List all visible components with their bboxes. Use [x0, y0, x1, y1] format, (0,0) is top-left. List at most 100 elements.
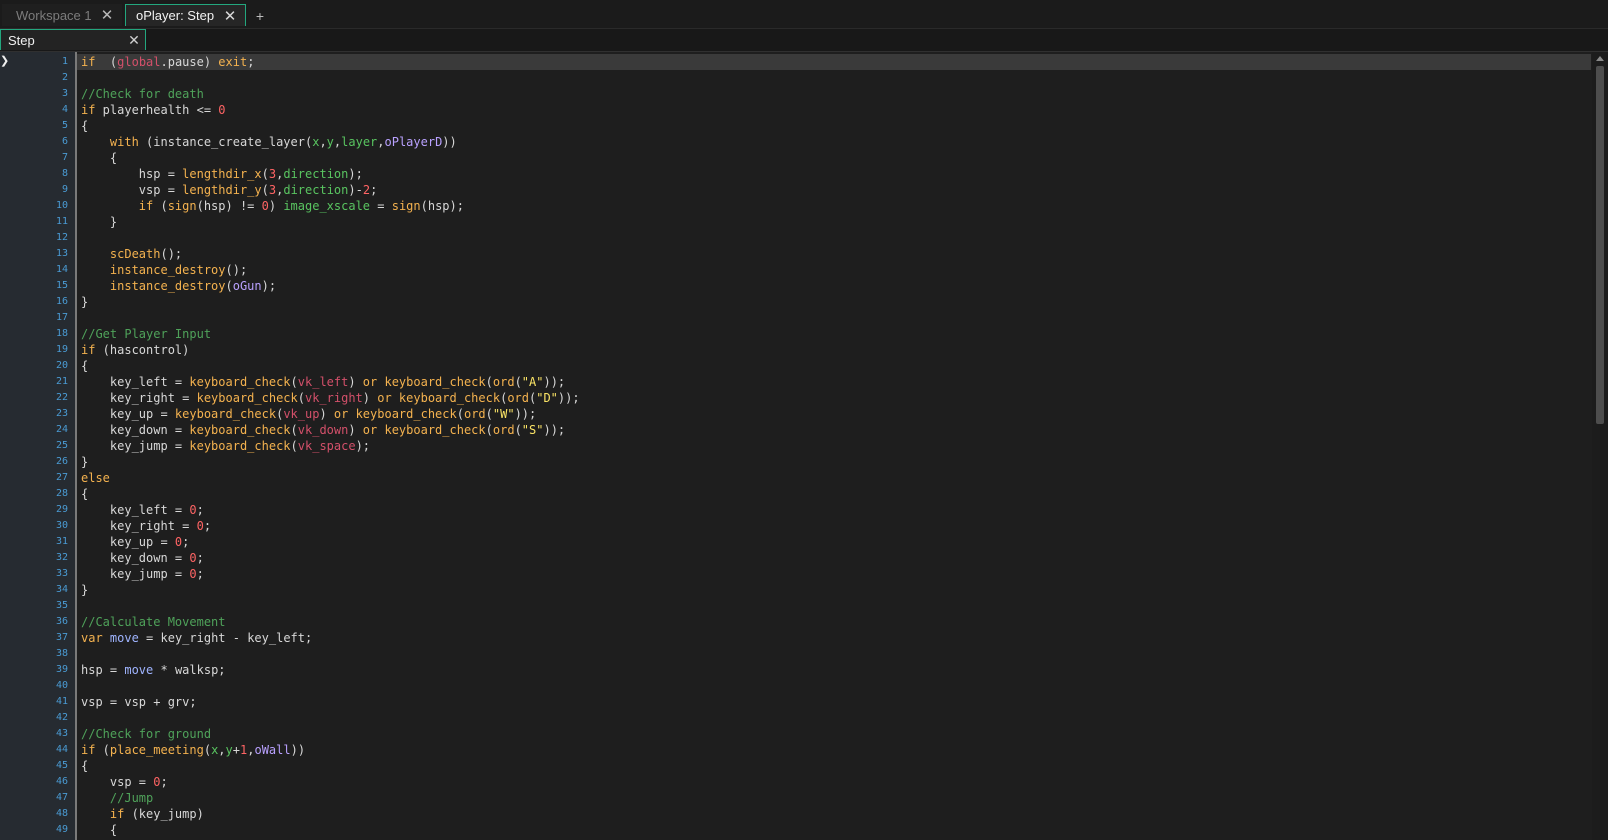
- code-line[interactable]: key_left = keyboard_check(vk_left) or ke…: [81, 374, 580, 390]
- code-token: vsp =: [81, 775, 154, 789]
- line-number: 17: [55, 312, 68, 323]
- code-token: .pause): [160, 55, 219, 69]
- scroll-up-arrow-icon[interactable]: [1596, 56, 1604, 61]
- code-token: oWall: [254, 743, 291, 757]
- code-line[interactable]: with (instance_create_layer(x,y,layer,oP…: [81, 134, 580, 150]
- code-line[interactable]: scDeath();: [81, 246, 580, 262]
- code-line[interactable]: {: [81, 358, 580, 374]
- code-token: if: [81, 343, 96, 357]
- close-icon[interactable]: ✕: [98, 6, 116, 24]
- code-token: oPlayerD: [384, 135, 443, 149]
- code-line[interactable]: [81, 710, 580, 726]
- vertical-scrollbar[interactable]: [1592, 52, 1608, 840]
- workspace-tab-workspace-1[interactable]: Workspace 1 ✕: [2, 4, 122, 26]
- code-line[interactable]: }: [81, 294, 580, 310]
- code-line[interactable]: //Calculate Movement: [81, 614, 580, 630]
- code-token: 2: [362, 183, 371, 197]
- code-line[interactable]: [81, 646, 580, 662]
- code-line[interactable]: key_down = 0;: [81, 550, 580, 566]
- line-number: 41: [55, 696, 68, 707]
- code-line[interactable]: if (key_jump): [81, 806, 580, 822]
- code-token: }: [81, 295, 89, 309]
- code-line[interactable]: key_left = 0;: [81, 502, 580, 518]
- code-token: vk_down: [297, 423, 349, 437]
- code-token: ;: [196, 567, 204, 581]
- line-number: 44: [55, 744, 68, 755]
- code-token: (: [95, 743, 110, 757]
- close-icon[interactable]: ✕: [221, 7, 239, 25]
- code-line[interactable]: else: [81, 470, 580, 486]
- code-line[interactable]: if playerhealth <= 0: [81, 102, 580, 118]
- code-token: ();: [225, 263, 248, 277]
- code-line[interactable]: [81, 598, 580, 614]
- line-number: 6: [61, 136, 68, 147]
- line-number: 33: [55, 568, 68, 579]
- code-token: or: [362, 423, 378, 437]
- code-line[interactable]: //Check for ground: [81, 726, 580, 742]
- code-token: (: [514, 375, 522, 389]
- code-line[interactable]: vsp = 0;: [81, 774, 580, 790]
- code-line[interactable]: key_right = keyboard_check(vk_right) or …: [81, 390, 580, 406]
- code-line[interactable]: [81, 70, 580, 86]
- code-token: (: [485, 407, 493, 421]
- code-line[interactable]: {: [81, 758, 580, 774]
- code-token: layer: [341, 135, 378, 149]
- code-line[interactable]: if (hascontrol): [81, 342, 580, 358]
- editor-tab-step[interactable]: Step ✕: [0, 29, 146, 50]
- code-token: 0: [218, 103, 226, 117]
- code-line[interactable]: instance_destroy(oGun);: [81, 278, 580, 294]
- code-token: y: [225, 743, 233, 757]
- code-token: sign: [167, 199, 197, 213]
- code-token: keyboard_check: [384, 423, 486, 437]
- code-line[interactable]: //Get Player Input: [81, 326, 580, 342]
- code-token: image_xscale: [283, 199, 371, 213]
- code-editor[interactable]: if (global.pause) exit; //Check for deat…: [77, 52, 1591, 840]
- code-line[interactable]: [81, 230, 580, 246]
- code-line[interactable]: }: [81, 214, 580, 230]
- code-token: ));: [543, 423, 566, 437]
- code-line[interactable]: {: [81, 822, 580, 838]
- code-line[interactable]: if (global.pause) exit;: [81, 54, 580, 70]
- code-line[interactable]: //Check for death: [81, 86, 580, 102]
- code-line[interactable]: [81, 678, 580, 694]
- code-line[interactable]: if (sign(hsp) != 0) image_xscale = sign(…: [81, 198, 580, 214]
- line-number: 45: [55, 760, 68, 771]
- code-line[interactable]: vsp = vsp + grv;: [81, 694, 580, 710]
- code-line[interactable]: //Jump: [81, 790, 580, 806]
- code-line[interactable]: [81, 310, 580, 326]
- scrollbar-thumb[interactable]: [1596, 66, 1604, 424]
- code-line[interactable]: {: [81, 150, 580, 166]
- code-line[interactable]: hsp = lengthdir_x(3,direction);: [81, 166, 580, 182]
- code-line[interactable]: }: [81, 454, 580, 470]
- line-number: 21: [55, 376, 68, 387]
- add-tab-button[interactable]: +: [252, 8, 268, 24]
- code-token: hsp =: [81, 663, 125, 677]
- code-line[interactable]: vsp = lengthdir_y(3,direction)-2;: [81, 182, 580, 198]
- code-line[interactable]: key_jump = 0;: [81, 566, 580, 582]
- code-line[interactable]: hsp = move * walksp;: [81, 662, 580, 678]
- code-token: //Check for ground: [81, 727, 212, 741]
- line-number: 16: [55, 296, 68, 307]
- code-line[interactable]: key_right = 0;: [81, 518, 580, 534]
- code-token: ;: [160, 775, 168, 789]
- code-line[interactable]: instance_destroy();: [81, 262, 580, 278]
- code-line[interactable]: if (place_meeting(x,y+1,oWall)): [81, 742, 580, 758]
- code-line[interactable]: key_jump = keyboard_check(vk_space);: [81, 438, 580, 454]
- code-token: if: [138, 199, 154, 213]
- code-token: with: [109, 135, 139, 149]
- code-token: move: [124, 663, 154, 677]
- code-line[interactable]: key_up = keyboard_check(vk_up) or keyboa…: [81, 406, 580, 422]
- code-line[interactable]: key_up = 0;: [81, 534, 580, 550]
- code-line[interactable]: key_down = keyboard_check(vk_down) or ke…: [81, 422, 580, 438]
- code-token: (key_jump): [124, 807, 204, 821]
- line-number: 4: [61, 104, 68, 115]
- workspace-tab-oplayer-step[interactable]: oPlayer: Step ✕: [125, 4, 246, 26]
- code-line[interactable]: }: [81, 582, 580, 598]
- code-line[interactable]: {: [81, 486, 580, 502]
- code-line[interactable]: var move = key_right - key_left;: [81, 630, 580, 646]
- close-icon[interactable]: ✕: [126, 32, 142, 48]
- code-line[interactable]: {: [81, 118, 580, 134]
